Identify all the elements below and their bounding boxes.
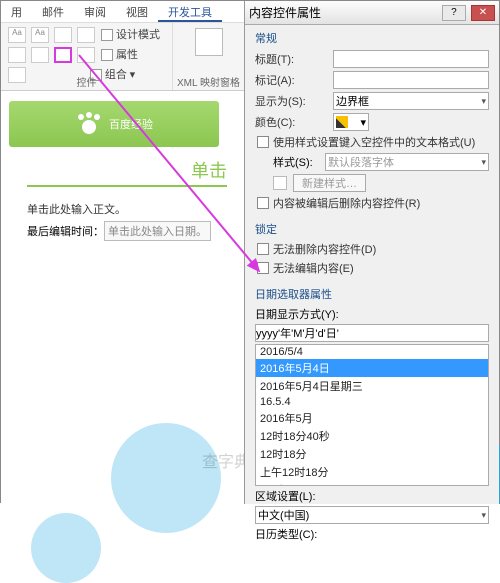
checkbox-noedit[interactable]: [257, 262, 269, 274]
section-lock: 锁定: [255, 221, 489, 237]
document-area: 百度经验 单击 单击此处输入正文。 最后编辑时间：单击此处输入日期。: [1, 93, 246, 503]
showas-select[interactable]: 边界框: [333, 92, 489, 110]
format-listbox[interactable]: 2016/5/4 2016年5月4日 2016年5月4日星期三 16.5.4 2…: [255, 344, 489, 486]
list-item[interactable]: 12时18分40秒: [256, 427, 488, 445]
design-mode-button[interactable]: 设计模式: [101, 26, 160, 42]
doc-date-line: 最后编辑时间：单击此处输入日期。: [27, 221, 246, 241]
control-dropdown-icon[interactable]: [77, 47, 95, 63]
control-plaintext-icon[interactable]: Aa: [31, 27, 49, 43]
tag-label: 标记(A):: [255, 72, 333, 88]
control-combobox-icon[interactable]: [31, 47, 49, 63]
chevron-down-icon: ▾: [360, 116, 366, 129]
locale-select[interactable]: 中文(中国): [255, 506, 489, 524]
doc-body-placeholder[interactable]: 单击此处输入正文。: [27, 201, 246, 217]
checkbox-nodelete[interactable]: [257, 243, 269, 255]
doc-heading[interactable]: 单击: [27, 155, 227, 187]
new-style-icon: [273, 176, 287, 190]
control-picture-icon[interactable]: [54, 27, 72, 43]
tab-review[interactable]: 审阅: [74, 1, 116, 22]
remove-after-edit-label: 内容被编辑后删除内容控件(R): [273, 195, 420, 211]
caltype-label: 日历类型(C):: [255, 526, 489, 542]
control-checkbox-icon[interactable]: [8, 47, 26, 63]
format-input[interactable]: [255, 324, 489, 342]
noedit-label: 无法编辑内容(E): [273, 260, 354, 276]
checkbox-remove-after-edit[interactable]: [257, 197, 269, 209]
date-label: 最后编辑时间：: [27, 226, 104, 238]
help-button[interactable]: ?: [442, 5, 466, 21]
tab-view[interactable]: 视图: [116, 1, 158, 22]
locale-label: 区域设置(L):: [255, 488, 489, 504]
pen-icon: [336, 116, 348, 128]
style-select: 默认段落字体: [325, 153, 489, 171]
section-datepicker: 日期选取器属性: [255, 286, 489, 302]
date-content-control[interactable]: 单击此处输入日期。: [104, 221, 211, 241]
new-style-button: 新建样式…: [293, 174, 366, 192]
title-input[interactable]: [333, 50, 489, 68]
dialog-title: 内容控件属性: [249, 4, 321, 21]
control-richtext-icon[interactable]: Aa: [8, 27, 26, 43]
banner-text: 百度经验: [109, 116, 153, 132]
color-picker-button[interactable]: ▾: [333, 113, 369, 131]
list-item[interactable]: 2016年5月4日: [256, 359, 488, 377]
decorative-bubble: [111, 423, 221, 533]
checkbox-use-style[interactable]: [257, 136, 269, 148]
control-buildingblock-icon[interactable]: [77, 27, 95, 43]
color-label: 颜色(C):: [255, 114, 333, 130]
paw-icon: [75, 112, 103, 136]
xml-mapping-icon[interactable]: [195, 28, 223, 56]
tab-mailings[interactable]: 邮件: [32, 1, 74, 22]
use-style-label: 使用样式设置键入空控件中的文本格式(U): [273, 134, 475, 150]
close-button[interactable]: ✕: [471, 5, 495, 21]
list-item[interactable]: 12时18分: [256, 445, 488, 463]
banner: 百度经验: [9, 101, 219, 147]
style-label: 样式(S):: [273, 154, 325, 170]
list-item[interactable]: 16.5.4: [256, 395, 488, 409]
list-item[interactable]: 2016/5/4: [256, 345, 488, 359]
format-label: 日期显示方式(Y):: [255, 306, 489, 322]
group-label-xml: XML 映射窗格: [173, 74, 244, 89]
tab-reference[interactable]: 用: [1, 1, 32, 22]
list-item[interactable]: 2016年5月4日星期三: [256, 377, 488, 395]
section-general: 常规: [255, 30, 489, 46]
nodelete-label: 无法删除内容控件(D): [273, 241, 376, 257]
dialog-titlebar: 内容控件属性 ? ✕: [245, 1, 499, 25]
group-label-controls: 控件: [1, 74, 172, 89]
control-datepicker-icon[interactable]: [54, 47, 72, 63]
properties-dialog: 内容控件属性 ? ✕ 常规 标题(T): 标记(A): 显示为(S):边界框 颜…: [244, 1, 499, 504]
list-item[interactable]: 2016年5月: [256, 409, 488, 427]
tab-developer[interactable]: 开发工具: [158, 1, 222, 22]
title-label: 标题(T):: [255, 51, 333, 67]
list-item[interactable]: 上午12时18分: [256, 463, 488, 481]
properties-button[interactable]: 属性: [101, 46, 138, 62]
tag-input[interactable]: [333, 71, 489, 89]
showas-label: 显示为(S):: [255, 93, 333, 109]
decorative-bubble: [31, 513, 101, 583]
list-item[interactable]: 12时18: [256, 481, 488, 486]
